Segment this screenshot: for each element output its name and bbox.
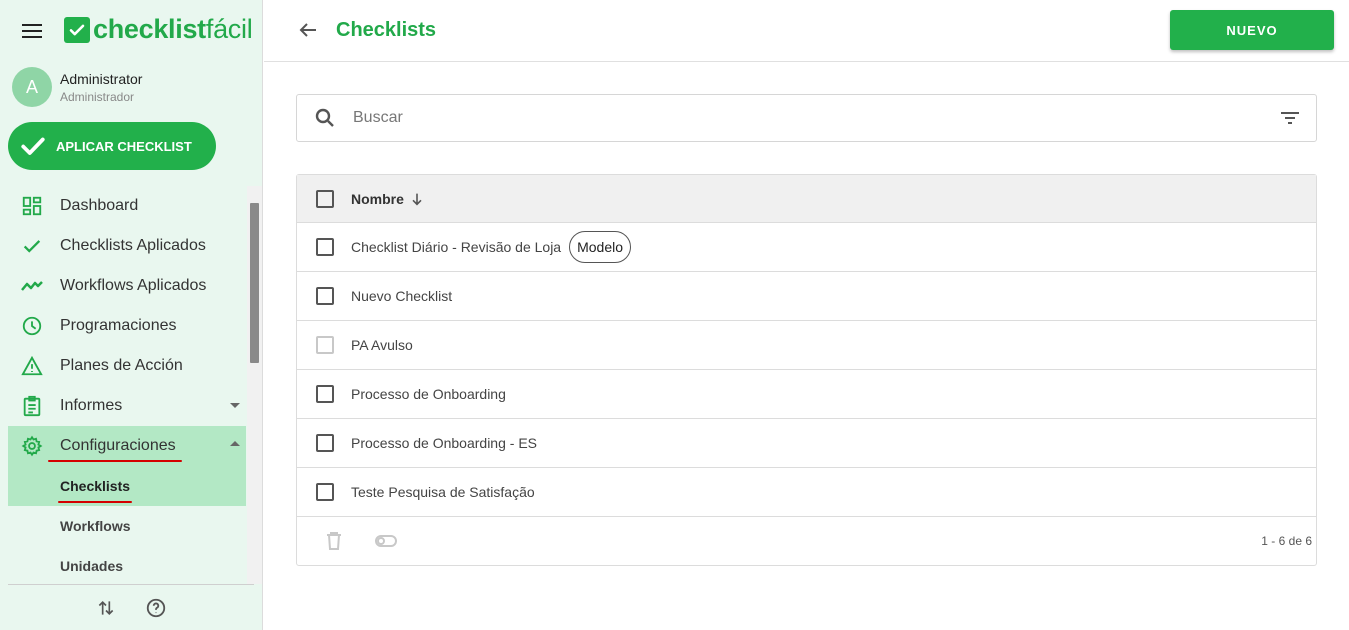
- logo-text-bold: checklist: [93, 14, 206, 44]
- row-name: Nuevo Checklist: [351, 288, 453, 304]
- row-checkbox[interactable]: [316, 483, 334, 501]
- sidebar-footer: [8, 584, 254, 630]
- dashboard-icon: [20, 194, 44, 218]
- sidebar-item-label: Informes: [60, 397, 123, 414]
- row-checkbox[interactable]: [316, 434, 334, 452]
- red-underline-annotation: [58, 501, 132, 503]
- clock-icon: [20, 314, 44, 338]
- delete-icon[interactable]: [322, 529, 346, 553]
- help-icon[interactable]: [144, 596, 168, 620]
- sidebar-item-planes-de-accion[interactable]: Planes de Acción: [8, 346, 246, 386]
- sidebar-item-checklists-aplicados[interactable]: Checklists Aplicados: [8, 226, 246, 266]
- template-chip: Modelo: [569, 231, 632, 263]
- check-icon: [21, 137, 45, 155]
- sidebar-item-programaciones[interactable]: Programaciones: [8, 306, 246, 346]
- logo-check-icon: [64, 16, 90, 43]
- table-row[interactable]: Nuevo Checklist: [297, 272, 1316, 321]
- checklists-table: Nombre Checklist Diário - Revisão de Loj…: [296, 174, 1317, 566]
- sidebar-item-configuraciones[interactable]: Configuraciones: [8, 426, 246, 466]
- logo: checklistfácil: [64, 14, 253, 45]
- check-icon: [20, 234, 44, 258]
- sidebar-item-label: Planes de Acción: [60, 357, 183, 374]
- row-name: Processo de Onboarding - ES: [351, 435, 537, 451]
- sidebar-subitem-workflows[interactable]: Workflows: [8, 506, 246, 546]
- page-title: Checklists: [336, 19, 437, 41]
- sidebar-subitem-label: Workflows: [60, 518, 131, 534]
- sidebar: checklistfácil A Administrator Administr…: [0, 0, 263, 630]
- user-profile[interactable]: A Administrator Administrador: [12, 67, 142, 107]
- trend-icon: [20, 274, 44, 298]
- apply-checklist-button[interactable]: APLICAR CHECKLIST: [8, 122, 216, 170]
- table-header: Nombre: [297, 175, 1316, 223]
- menu-icon[interactable]: [22, 24, 42, 40]
- select-all-checkbox[interactable]: [316, 189, 334, 208]
- logo-text-thin: fácil: [205, 14, 253, 44]
- swap-vertical-icon[interactable]: [94, 596, 118, 620]
- toggle-icon[interactable]: [374, 529, 398, 553]
- table-row[interactable]: PA Avulso: [297, 321, 1316, 370]
- search-input[interactable]: [353, 98, 1278, 138]
- row-name: Checklist Diário - Revisão de Loja: [351, 239, 562, 255]
- row-checkbox[interactable]: [316, 385, 334, 403]
- sidebar-item-label: Configuraciones: [60, 437, 176, 454]
- sidebar-subitem-checklists[interactable]: Checklists: [8, 466, 246, 506]
- search-icon: [315, 108, 334, 127]
- table-row[interactable]: Processo de Onboarding - ES: [297, 419, 1316, 468]
- filter-icon[interactable]: [1278, 106, 1302, 130]
- report-icon: [20, 394, 44, 418]
- apply-checklist-label: APLICAR CHECKLIST: [56, 138, 192, 154]
- row-name: Processo de Onboarding: [351, 386, 506, 402]
- sidebar-subitem-label: Checklists: [60, 478, 131, 494]
- gear-icon: [20, 434, 44, 458]
- row-checkbox[interactable]: [316, 287, 334, 305]
- back-arrow-icon[interactable]: [296, 18, 320, 42]
- pagination-text: 1 - 6 de 6: [1261, 534, 1312, 548]
- search-bar: [296, 94, 1317, 142]
- sidebar-item-workflows-aplicados[interactable]: Workflows Aplicados: [8, 266, 246, 306]
- user-role: Administrador: [60, 89, 135, 104]
- sidebar-item-informes[interactable]: Informes: [8, 386, 246, 426]
- chevron-down-icon: [230, 403, 240, 408]
- avatar: A: [12, 67, 52, 107]
- table-row[interactable]: Checklist Diário - Revisão de Loja Model…: [297, 223, 1316, 272]
- sidebar-item-label: Programaciones: [60, 317, 177, 334]
- row-checkbox-disabled: [316, 336, 334, 354]
- new-button[interactable]: NUEVO: [1170, 10, 1334, 50]
- row-name: Teste Pesquisa de Satisfação: [351, 484, 535, 500]
- sidebar-item-label: Checklists Aplicados: [60, 237, 206, 254]
- chevron-up-icon: [230, 441, 240, 446]
- column-header-label: Nombre: [351, 190, 404, 207]
- warning-icon: [20, 354, 44, 378]
- red-underline-annotation: [48, 460, 182, 462]
- sidebar-item-label: Dashboard: [60, 197, 139, 214]
- sidebar-scroll-thumb[interactable]: [250, 203, 259, 363]
- column-header-name[interactable]: Nombre: [351, 191, 425, 207]
- table-footer: 1 - 6 de 6: [297, 517, 1316, 565]
- sort-arrow-down-icon: [412, 193, 422, 205]
- sidebar-item-label: Workflows Aplicados: [60, 277, 207, 294]
- sidebar-subitem-label: Unidades: [60, 558, 124, 574]
- table-row[interactable]: Processo de Onboarding: [297, 370, 1316, 419]
- sidebar-subitem-unidades[interactable]: Unidades: [8, 546, 246, 586]
- page-header: Checklists NUEVO: [264, 0, 1349, 62]
- sidebar-item-dashboard[interactable]: Dashboard: [8, 186, 246, 226]
- table-row[interactable]: Teste Pesquisa de Satisfação: [297, 468, 1316, 517]
- row-checkbox[interactable]: [316, 238, 334, 256]
- row-name: PA Avulso: [351, 337, 413, 353]
- sidebar-nav: Dashboard Checklists Aplicados Workflows…: [8, 186, 246, 586]
- user-name: Administrator: [60, 70, 143, 87]
